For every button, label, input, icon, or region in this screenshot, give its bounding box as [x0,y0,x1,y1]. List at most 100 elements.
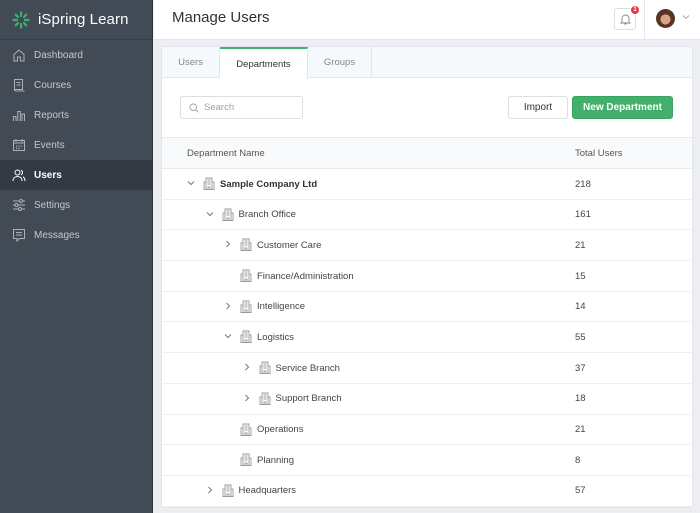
total-users: 57 [575,485,586,497]
sidebar-item-courses[interactable]: Courses [0,70,152,100]
department-row[interactable]: Support Branch 18 [162,384,692,415]
department-name[interactable]: Sample Company Ltd [220,179,317,190]
total-users: 21 [575,239,586,251]
avatar[interactable] [656,9,675,28]
building-icon [222,484,233,497]
department-name[interactable]: Operations [257,424,303,435]
department-row[interactable]: Logistics 55 [162,322,692,354]
building-icon [240,269,252,283]
notification-badge: 1 [630,5,640,15]
building-icon [222,208,233,221]
chevron-right-icon[interactable] [206,486,214,494]
total-users: 21 [575,424,586,435]
department-name[interactable]: Intelligence [257,301,305,312]
divider [644,0,645,40]
total-users: 15 [575,270,586,282]
department-row[interactable]: Branch Office 161 [162,200,692,231]
sidebar-item-events[interactable]: Events [0,130,152,160]
sidebar-nav: Dashboard Courses Reports Events Users S… [0,40,152,250]
total-users: 161 [575,209,591,221]
department-name[interactable]: Customer Care [257,240,321,251]
department-row[interactable]: Sample Company Ltd 218 [162,169,692,200]
bar-chart-icon [13,111,25,121]
table-header: Department Name Total Users [162,138,692,169]
chevron-down-icon[interactable] [224,332,232,340]
bell-icon [619,14,631,25]
ispring-logo-icon [12,10,30,29]
tab-users[interactable]: Users [162,47,220,78]
department-row[interactable]: Customer Care 21 [162,230,692,262]
notifications-button[interactable]: 1 [614,5,640,30]
sidebar-item-label: Users [34,169,62,181]
department-row[interactable]: Planning 8 [162,445,692,476]
sidebar: iSpring Learn Dashboard Courses Reports … [0,0,153,513]
department-name[interactable]: Branch Office [239,209,296,220]
sidebar-item-label: Dashboard [34,49,83,61]
department-name[interactable]: Finance/Administration [257,271,354,282]
column-header-total-users[interactable]: Total Users [575,148,623,159]
total-users: 8 [575,454,581,466]
sidebar-item-label: Reports [34,109,70,121]
column-header-department-name[interactable]: Department Name [187,148,265,159]
department-row[interactable]: Intelligence 14 [162,292,692,323]
sliders-icon [13,199,25,211]
chevron-down-icon[interactable] [206,210,214,218]
total-users: 37 [575,362,586,374]
building-icon [240,330,252,344]
total-users: 14 [575,301,586,313]
building-icon [259,392,270,405]
total-users: 218 [575,178,591,190]
department-name[interactable]: Planning [257,455,294,466]
building-icon [240,238,252,252]
sidebar-item-settings[interactable]: Settings [0,190,152,220]
sidebar-item-label: Courses [34,79,72,91]
total-users: 18 [575,393,586,405]
search-input[interactable] [204,102,294,113]
chevron-right-icon[interactable] [224,302,232,310]
app-name: iSpring Learn [38,11,129,28]
sidebar-item-messages[interactable]: Messages [0,220,152,250]
users-icon [12,169,26,182]
department-row[interactable]: Headquarters 57 [162,476,692,507]
department-tree: Sample Company Ltd 218 Branch Office 161 Cus… [162,169,692,507]
sidebar-item-reports[interactable]: Reports [0,100,152,130]
chevron-right-icon[interactable] [243,363,251,371]
building-icon [240,453,252,467]
sidebar-item-label: Events [34,139,65,151]
search-icon [189,102,199,113]
calendar-icon [13,139,25,151]
chevron-right-icon[interactable] [243,394,251,402]
department-name[interactable]: Headquarters [239,485,297,496]
building-icon [240,300,252,313]
message-icon [13,229,25,242]
department-name[interactable]: Logistics [257,332,294,343]
total-users: 55 [575,331,586,343]
toolbar: Import New Department [162,78,692,138]
building-icon [203,177,215,190]
home-icon [13,49,25,62]
chevron-down-icon[interactable] [682,14,690,20]
department-row[interactable]: Service Branch 37 [162,353,692,384]
sidebar-item-label: Settings [34,199,71,211]
new-department-button[interactable]: New Department [572,96,673,119]
import-button[interactable]: Import [508,96,568,119]
top-bar: Manage Users 1 [154,0,700,40]
sidebar-item-dashboard[interactable]: Dashboard [0,40,152,70]
page-title: Manage Users [172,9,270,26]
sidebar-item-users[interactable]: Users [0,160,152,190]
logo[interactable]: iSpring Learn [0,0,152,40]
tab-departments[interactable]: Departments [220,47,308,79]
chevron-right-icon[interactable] [224,240,232,248]
departments-panel: Users Departments Groups Import New Depa… [161,46,693,508]
department-row[interactable]: Operations 21 [162,415,692,446]
department-name[interactable]: Service Branch [276,363,340,374]
chevron-down-icon[interactable] [187,179,195,187]
tab-groups[interactable]: Groups [308,47,372,78]
search-box[interactable] [180,96,303,119]
building-icon [240,423,252,436]
tab-bar: Users Departments Groups [162,47,692,79]
courses-icon [14,79,25,92]
department-row[interactable]: Finance/Administration 15 [162,261,692,292]
department-name[interactable]: Support Branch [276,393,342,404]
sidebar-item-label: Messages [34,229,80,241]
